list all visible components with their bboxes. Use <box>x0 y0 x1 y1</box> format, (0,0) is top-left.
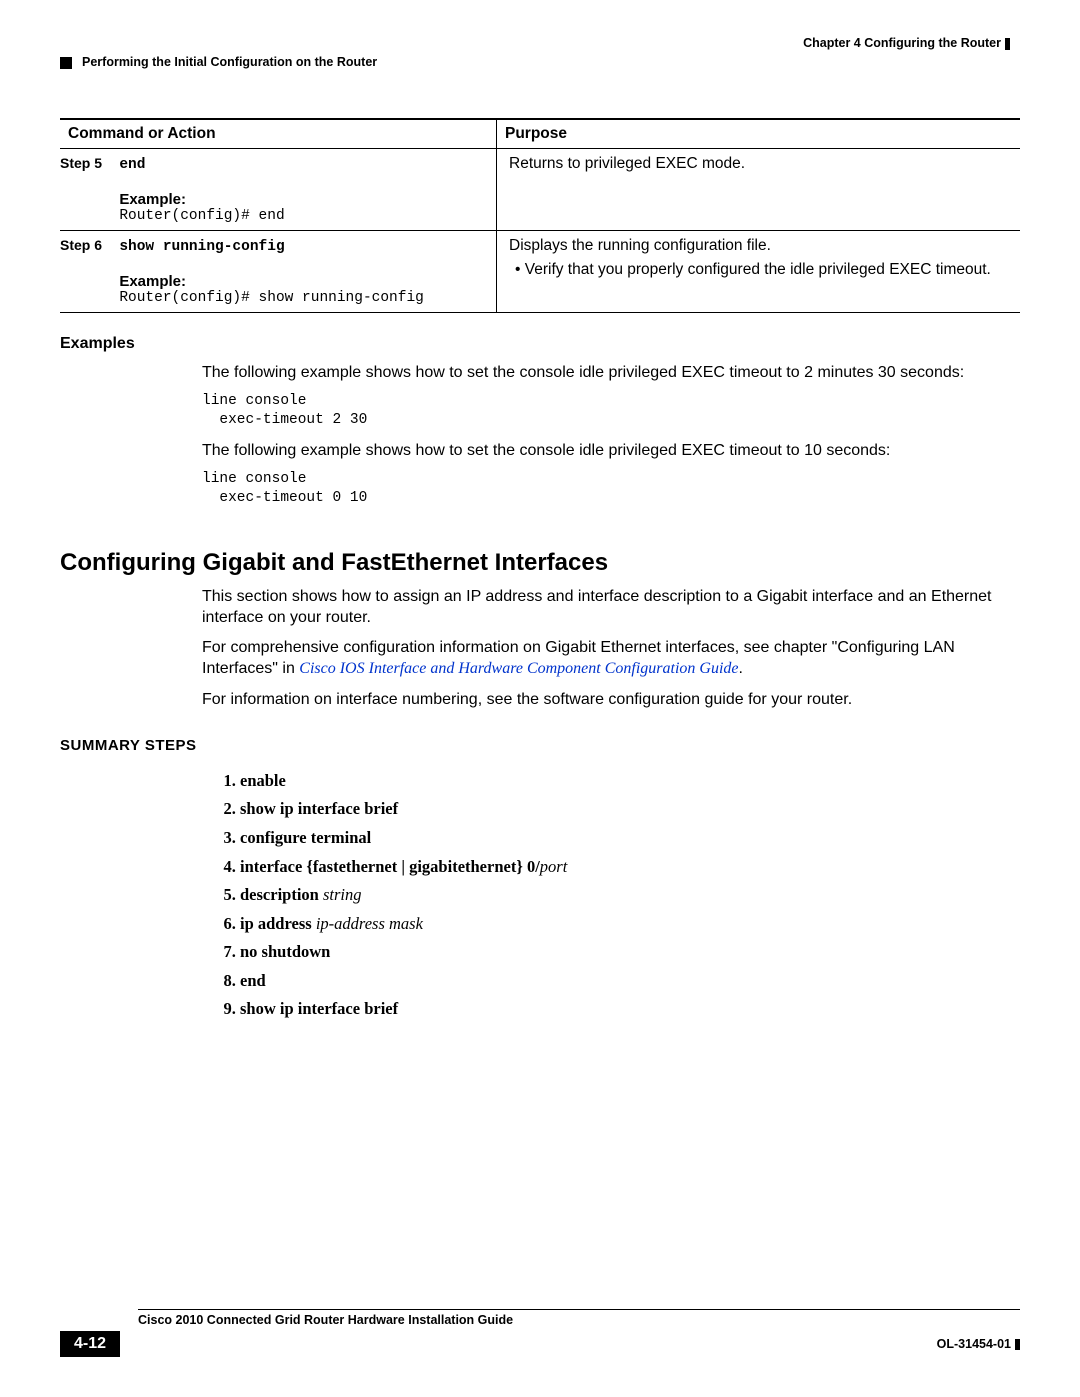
footer: Cisco 2010 Connected Grid Router Hardwar… <box>60 1309 1020 1357</box>
table-header-purpose: Purpose <box>497 119 1021 149</box>
body-paragraph: For information on interface numbering, … <box>202 690 1020 711</box>
section-title: Configuring Gigabit and FastEthernet Int… <box>60 549 1020 577</box>
list-item: interface {fastethernet | gigabitetherne… <box>240 854 1020 880</box>
list-item: description string <box>240 882 1020 908</box>
step-number: Step 6 <box>60 237 115 253</box>
table-header-command: Command or Action <box>60 119 497 149</box>
command-table: Command or Action Purpose Step 5 end Exa… <box>60 118 1020 313</box>
example-label: Example: <box>119 191 469 208</box>
summary-list: enable show ip interface brief configure… <box>240 768 1020 1022</box>
body-paragraph: For comprehensive configuration informat… <box>202 638 1020 680</box>
header-marker-icon <box>1005 38 1010 50</box>
table-row: Step 6 show running-config Example: Rout… <box>60 231 1020 313</box>
body-paragraph: The following example shows how to set t… <box>202 441 1020 462</box>
page: Chapter 4 Configuring the Router Perform… <box>0 0 1080 1397</box>
header-square-icon <box>60 57 72 69</box>
purpose-text: Displays the running configuration file. <box>509 237 1012 255</box>
examples-heading: Examples <box>60 335 1020 353</box>
list-item: show ip interface brief <box>240 796 1020 822</box>
doc-id: OL-31454-01 <box>937 1337 1020 1351</box>
example-code: Router(config)# end <box>119 208 469 224</box>
list-item: end <box>240 968 1020 994</box>
list-item: enable <box>240 768 1020 794</box>
purpose-text: Returns to privileged EXEC mode. <box>509 155 1012 173</box>
body-paragraph: This section shows how to assign an IP a… <box>202 587 1020 629</box>
body-paragraph: The following example shows how to set t… <box>202 363 1020 384</box>
example-code: Router(config)# show running-config <box>119 290 469 306</box>
content-area: Command or Action Purpose Step 5 end Exa… <box>60 118 1020 1025</box>
footer-book-title: Cisco 2010 Connected Grid Router Hardwar… <box>138 1309 1020 1327</box>
list-item: ip address ip-address mask <box>240 911 1020 937</box>
header-section: Performing the Initial Configuration on … <box>60 55 377 69</box>
summary-steps-heading: SUMMARY STEPS <box>60 737 1020 754</box>
command-name: end <box>119 157 145 173</box>
code-block: line console exec-timeout 2 30 <box>202 392 1020 431</box>
header-chapter: Chapter 4 Configuring the Router <box>803 36 1010 50</box>
purpose-bullet: Verify that you properly configured the … <box>509 261 1012 279</box>
table-row: Step 5 end Example: Router(config)# end … <box>60 149 1020 231</box>
page-number: 4-12 <box>60 1331 120 1357</box>
example-label: Example: <box>119 273 469 290</box>
doc-link[interactable]: Cisco IOS Interface and Hardware Compone… <box>299 660 738 677</box>
command-name: show running-config <box>119 239 284 255</box>
footer-marker-icon <box>1015 1339 1020 1350</box>
code-block: line console exec-timeout 0 10 <box>202 470 1020 509</box>
list-item: no shutdown <box>240 939 1020 965</box>
step-number: Step 5 <box>60 155 115 171</box>
list-item: show ip interface brief <box>240 996 1020 1022</box>
list-item: configure terminal <box>240 825 1020 851</box>
